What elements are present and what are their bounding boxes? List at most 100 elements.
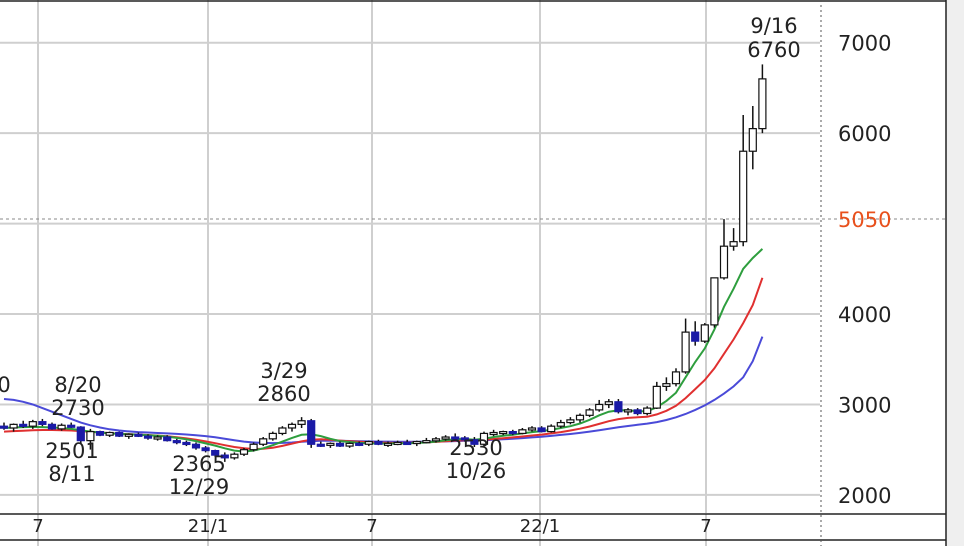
candle-body-down: [95, 431, 105, 436]
candle-body-down: [182, 441, 191, 446]
candle-body-up: [671, 371, 681, 385]
candle-body-down: [38, 421, 47, 425]
candle-body-up: [441, 436, 450, 440]
candle-body-down: [316, 443, 325, 447]
candle-body-down: [335, 442, 345, 447]
candle-body-up: [431, 438, 441, 442]
candle-body-up: [700, 324, 709, 342]
candle-body-up: [595, 403, 604, 411]
candle-body-up: [259, 438, 268, 445]
candle-body-up: [239, 449, 249, 455]
x-tick-label: 22/1: [520, 516, 560, 537]
candle-body-up: [575, 414, 585, 421]
edge-label: 0: [0, 373, 11, 397]
candle-body-up: [719, 245, 729, 279]
candle-body-down: [172, 440, 181, 444]
candle-body-up: [710, 277, 719, 326]
candle-body-up: [105, 431, 114, 436]
x-tick-label: 7: [366, 516, 377, 537]
candle-body-down: [67, 424, 76, 428]
last-price-label: 5050: [838, 208, 891, 232]
candle-body-up: [153, 436, 162, 440]
candle-body-up: [249, 443, 258, 451]
candle-body-up: [345, 442, 354, 447]
candle: [95, 430, 105, 437]
candle-body-up: [9, 423, 18, 429]
annotation-line-2: 10/26: [446, 459, 507, 483]
x-tick-label: 21/1: [188, 516, 228, 537]
candle-body-down: [19, 423, 28, 427]
candle: [652, 381, 661, 409]
y-tick-label: 4000: [838, 303, 891, 327]
annotation-low: 25018/11: [45, 439, 98, 486]
candle-body-up: [422, 440, 431, 444]
candle-body-up: [230, 453, 239, 459]
candle-body-up: [643, 407, 652, 415]
annotation-line-1: 2501: [45, 439, 98, 463]
candle-body-up: [297, 420, 306, 425]
candle: [249, 442, 258, 452]
candle-body-down: [633, 409, 642, 415]
candle-body-down: [403, 441, 412, 446]
candle: [307, 418, 316, 448]
candle-body-up: [393, 441, 402, 446]
candle-body-up: [412, 440, 421, 445]
candle: [643, 406, 652, 416]
candle-body-down: [115, 431, 124, 437]
candle: [278, 426, 287, 436]
candle: [268, 431, 277, 441]
annotation-high: 3/292860: [257, 359, 310, 406]
y-tick-label: 6000: [838, 122, 891, 146]
candle-body-up: [268, 432, 277, 440]
candle-body-up: [287, 423, 297, 429]
right-scroll-margin: [946, 0, 964, 546]
y-tick-label: 7000: [838, 32, 891, 56]
candle-body-up: [623, 409, 633, 413]
annotation-high: 9/166760: [747, 14, 800, 62]
annotation-line-1: 2530: [449, 436, 502, 460]
annotation-low: 236512/29: [169, 452, 230, 499]
candle-body-up: [28, 421, 37, 427]
x-tick-label: 7: [700, 516, 711, 537]
candle-body-up: [547, 425, 556, 433]
candle-body-down: [47, 423, 57, 430]
candle-body-up: [556, 421, 565, 427]
candle-body-up: [739, 150, 748, 243]
candle-body-down: [0, 425, 9, 429]
annotation-line-2: 2730: [51, 396, 104, 420]
candle: [710, 277, 719, 328]
candle-body-up: [326, 442, 335, 446]
candle-body-up: [527, 427, 537, 431]
candle-body-up: [278, 427, 287, 435]
candle-body-down: [134, 433, 143, 437]
y-tick-label: 3000: [838, 393, 891, 417]
annotation-line-2: 12/29: [169, 475, 230, 499]
annotation-low: 253010/26: [446, 436, 507, 483]
annotation-line-1: 3/29: [260, 359, 307, 383]
candle-body-down: [191, 443, 201, 449]
candle-body-up: [729, 241, 738, 247]
candle-body-down: [355, 442, 364, 446]
candle-body-up: [124, 433, 133, 437]
stock-chart: 8/202730 25018/11 236512/29 3/292860 253010/…: [0, 0, 964, 546]
candle-body-down: [201, 447, 210, 452]
candle-body-up: [585, 409, 594, 416]
candle-body-down: [374, 440, 383, 445]
candle-body-up: [383, 442, 393, 446]
annotation-line-2: 2860: [257, 382, 310, 406]
candle-body-up: [758, 78, 767, 130]
candle-body-up: [681, 331, 690, 373]
candle-body-up: [364, 440, 373, 445]
candle-body-up: [748, 128, 757, 152]
candle-body-up: [604, 401, 613, 406]
candle-body-down: [691, 331, 700, 342]
candle-body-down: [508, 431, 517, 435]
annotation-high: 8/202730: [51, 373, 104, 420]
candle: [585, 408, 594, 418]
candle: [700, 323, 709, 343]
candle-body-down: [307, 420, 316, 445]
candle: [115, 431, 124, 438]
annotation-line-1: 2365: [172, 452, 225, 476]
annotation-line-1: 9/16: [750, 14, 797, 38]
candle-body-down: [537, 427, 546, 433]
